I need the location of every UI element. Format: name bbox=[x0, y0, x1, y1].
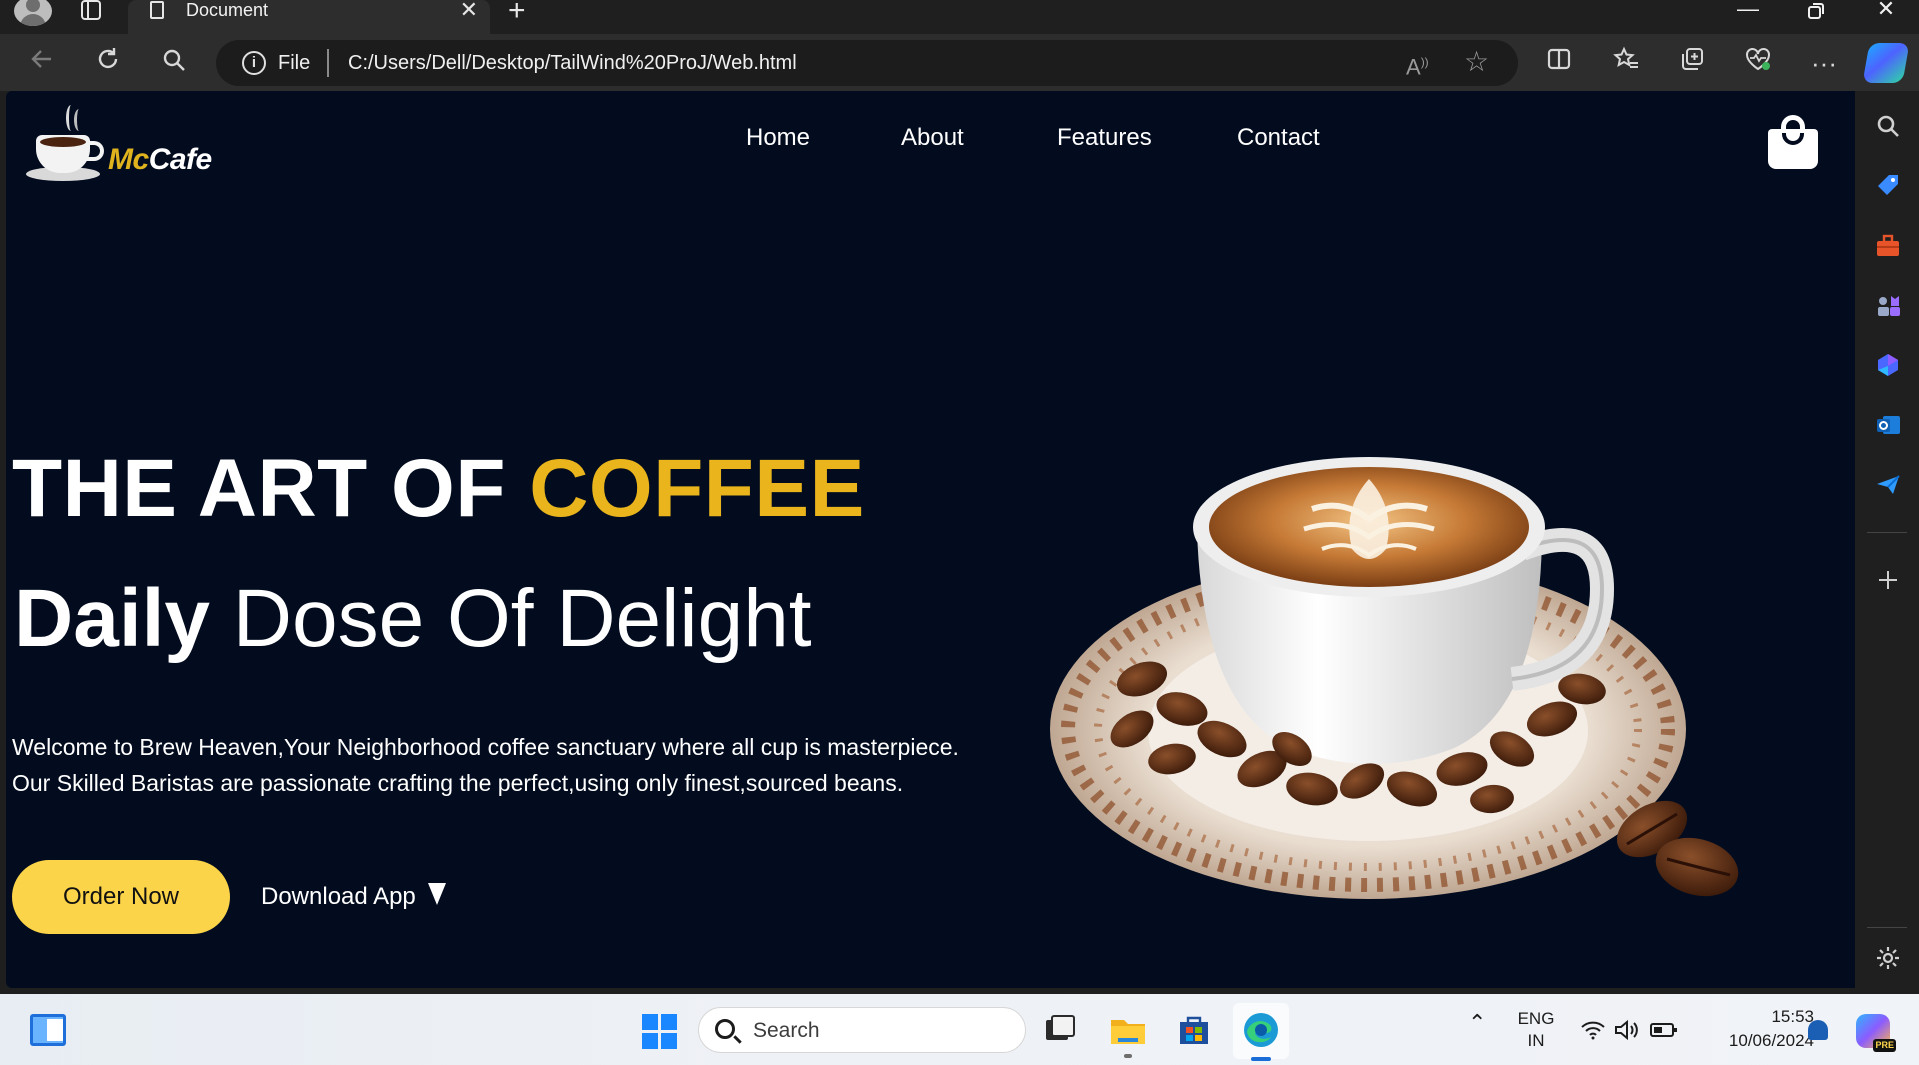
settings-icon[interactable] bbox=[1875, 945, 1901, 971]
refresh-icon[interactable] bbox=[91, 46, 125, 80]
chess-icon[interactable] bbox=[1875, 292, 1901, 318]
collections-icon[interactable] bbox=[1675, 46, 1709, 80]
more-icon[interactable]: ··· bbox=[1807, 46, 1841, 80]
address-bar[interactable]: i File C:/Users/Dell/Desktop/TailWind%20… bbox=[216, 40, 1518, 86]
search-icon[interactable] bbox=[1875, 113, 1901, 139]
address-separator bbox=[327, 49, 329, 77]
search-icon bbox=[715, 1019, 735, 1039]
browser-tab[interactable]: Document ✕ bbox=[128, 0, 490, 34]
active-indicator bbox=[1251, 1057, 1271, 1061]
copilot-badge: PRE bbox=[1873, 1039, 1896, 1052]
headline-main: THE ART OF bbox=[12, 443, 530, 534]
close-window-icon[interactable]: ✕ bbox=[1866, 0, 1906, 24]
restore-icon[interactable] bbox=[1796, 0, 1836, 28]
tag-icon[interactable] bbox=[1875, 172, 1901, 198]
order-now-button[interactable]: Order Now bbox=[12, 860, 230, 934]
back-icon[interactable] bbox=[25, 46, 59, 80]
profile-avatar-icon[interactable] bbox=[14, 0, 52, 26]
task-view-icon[interactable] bbox=[1040, 1010, 1080, 1050]
close-tab-icon[interactable]: ✕ bbox=[460, 0, 478, 21]
favorite-star-icon[interactable]: ☆ bbox=[1464, 46, 1489, 78]
nav-contact[interactable]: Contact bbox=[1237, 123, 1320, 153]
document-icon bbox=[150, 1, 164, 19]
wifi-icon[interactable] bbox=[1580, 1020, 1606, 1040]
start-windows-icon[interactable] bbox=[642, 1014, 678, 1050]
shopping-bag-icon[interactable] bbox=[1768, 115, 1818, 169]
nav-home[interactable]: Home bbox=[746, 123, 810, 153]
address-url[interactable]: C:/Users/Dell/Desktop/TailWind%20ProJ/We… bbox=[348, 51, 797, 75]
paragraph-line-2: Our Skilled Baristas are passionate craf… bbox=[12, 770, 904, 796]
microsoft-store-icon[interactable] bbox=[1174, 1010, 1214, 1050]
clock-time[interactable]: 15:53 bbox=[1718, 1006, 1814, 1028]
search-icon[interactable] bbox=[157, 46, 191, 80]
nav-about[interactable]: About bbox=[901, 123, 964, 153]
browser-tab-bar: Document ✕ + — ✕ bbox=[0, 0, 1919, 34]
battery-icon[interactable] bbox=[1650, 1022, 1678, 1038]
read-aloud-icon[interactable]: A)) bbox=[1406, 48, 1429, 81]
hero-subheadline: Daily Dose Of Delight bbox=[14, 571, 812, 667]
paragraph-line-1: Welcome to Brew Heaven,Your Neighborhood… bbox=[12, 734, 959, 760]
caret-down-icon bbox=[427, 883, 446, 905]
minimize-icon[interactable]: — bbox=[1728, 0, 1768, 24]
brand-name: McCafe bbox=[108, 143, 212, 176]
address-scheme-label: File bbox=[278, 52, 311, 74]
file-explorer-icon[interactable] bbox=[1108, 1010, 1148, 1050]
sidebar-divider bbox=[1867, 532, 1907, 533]
edge-sidebar bbox=[1855, 91, 1919, 988]
taskbar-search[interactable]: Search bbox=[698, 1007, 1026, 1053]
taskbar-search-placeholder: Search bbox=[753, 1019, 820, 1042]
volume-icon[interactable] bbox=[1614, 1019, 1640, 1041]
cup-handle-icon bbox=[86, 141, 104, 161]
steam-icon bbox=[74, 109, 84, 131]
language-label[interactable]: ENG bbox=[1516, 1008, 1556, 1030]
tab-actions-icon[interactable] bbox=[76, 0, 106, 24]
subhead-light: Dose Of Delight bbox=[210, 573, 812, 664]
hero-paragraph: Welcome to Brew Heaven,Your Neighborhood… bbox=[12, 729, 959, 801]
browser-toolbar: i File C:/Users/Dell/Desktop/TailWind%20… bbox=[0, 34, 1919, 91]
split-screen-icon[interactable] bbox=[1542, 46, 1576, 80]
coffee-cup-image bbox=[1050, 457, 1739, 899]
notification-bell-icon[interactable] bbox=[1808, 1020, 1828, 1040]
copilot-taskbar-icon[interactable]: PRE bbox=[1856, 1014, 1896, 1052]
copilot-icon[interactable] bbox=[1862, 43, 1910, 83]
download-app-label: Download App bbox=[261, 883, 416, 910]
nav-features[interactable]: Features bbox=[1057, 123, 1152, 153]
edge-browser-icon[interactable] bbox=[1241, 1010, 1281, 1050]
add-icon[interactable] bbox=[1875, 567, 1901, 593]
widgets-icon[interactable] bbox=[30, 1014, 66, 1046]
brand-logo[interactable]: McCafe bbox=[22, 105, 212, 185]
subhead-bold: Daily bbox=[14, 573, 210, 664]
send-icon[interactable] bbox=[1875, 472, 1901, 498]
download-app-button[interactable]: Download App bbox=[261, 881, 446, 913]
toolbox-icon[interactable] bbox=[1875, 233, 1901, 259]
sidebar-divider bbox=[1867, 927, 1907, 928]
clock-date[interactable]: 10/06/2024 bbox=[1690, 1030, 1814, 1052]
favorites-icon[interactable] bbox=[1609, 46, 1643, 80]
site-info-icon[interactable]: i bbox=[242, 51, 266, 75]
tray-chevron-icon[interactable]: ⌃ bbox=[1468, 1012, 1486, 1034]
health-icon[interactable] bbox=[1741, 46, 1775, 80]
page-viewport: McCafe Home About Features Contact THE A… bbox=[6, 91, 1855, 988]
outlook-icon[interactable] bbox=[1875, 412, 1901, 438]
windows-taskbar: Search ⌃ ENG IN 15:53 10/06/2024 PRE bbox=[0, 994, 1919, 1065]
tab-title: Document bbox=[186, 0, 269, 20]
region-label[interactable]: IN bbox=[1516, 1030, 1556, 1052]
copilot-icon[interactable] bbox=[1875, 352, 1901, 378]
headline-accent: COFFEE bbox=[529, 443, 865, 534]
hero-headline: THE ART OF COFFEE bbox=[12, 441, 865, 537]
new-tab-icon[interactable]: + bbox=[508, 0, 526, 26]
running-indicator bbox=[1124, 1054, 1132, 1058]
